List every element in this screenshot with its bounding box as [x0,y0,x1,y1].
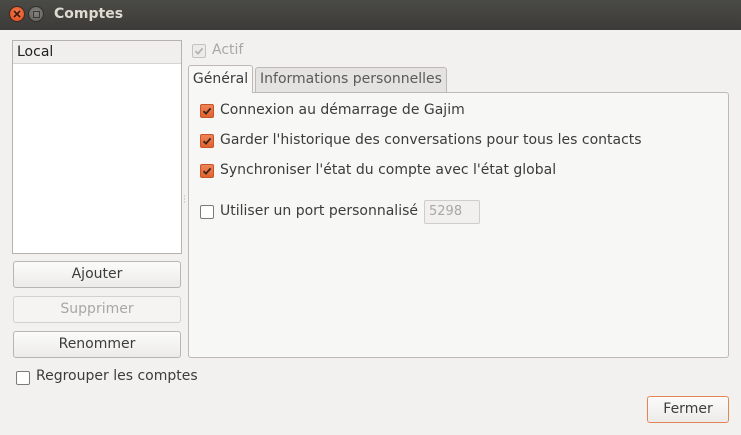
sync-status-checkbox[interactable] [200,164,214,178]
close-window-icon[interactable] [9,6,25,22]
group-accounts-label: Regrouper les comptes [36,368,198,384]
tab-general[interactable]: Général [188,65,253,93]
group-accounts-checkbox[interactable] [16,371,30,385]
keep-history-checkbox[interactable] [200,134,214,148]
rename-account-button[interactable]: Renommer [13,331,181,358]
remove-account-button[interactable]: Supprimer [13,296,181,323]
active-checkbox[interactable] [192,44,206,58]
check-icon [202,167,212,175]
tab-personal-info[interactable]: Informations personnelles [255,67,447,92]
check-icon [202,107,212,115]
accounts-window: Comptes Local · · · Ajouter Supprimer Reno… [0,0,741,435]
maximize-window-icon[interactable] [28,6,44,22]
window-title: Comptes [54,6,124,22]
autoconnect-checkbox[interactable] [200,104,214,118]
add-account-button[interactable]: Ajouter [13,261,181,288]
check-icon [202,137,212,145]
account-list[interactable]: Local [12,40,182,254]
custom-port-input[interactable]: 5298 [424,200,480,224]
close-button[interactable]: Fermer [647,396,729,423]
keep-history-label: Garder l'historique des conversations po… [220,132,642,148]
title-bar: Comptes [0,0,741,30]
pane-resize-handle[interactable]: · · · [183,193,187,208]
autoconnect-label: Connexion au démarrage de Gajim [220,102,465,118]
check-icon [194,47,204,55]
active-label: Actif [212,42,244,58]
custom-port-label: Utiliser un port personnalisé : [220,203,428,219]
custom-port-checkbox[interactable] [200,205,214,219]
sync-status-label: Synchroniser l'état du compte avec l'éta… [220,162,557,178]
account-item-local[interactable]: Local [13,41,181,64]
account-item-label: Local [17,44,54,60]
